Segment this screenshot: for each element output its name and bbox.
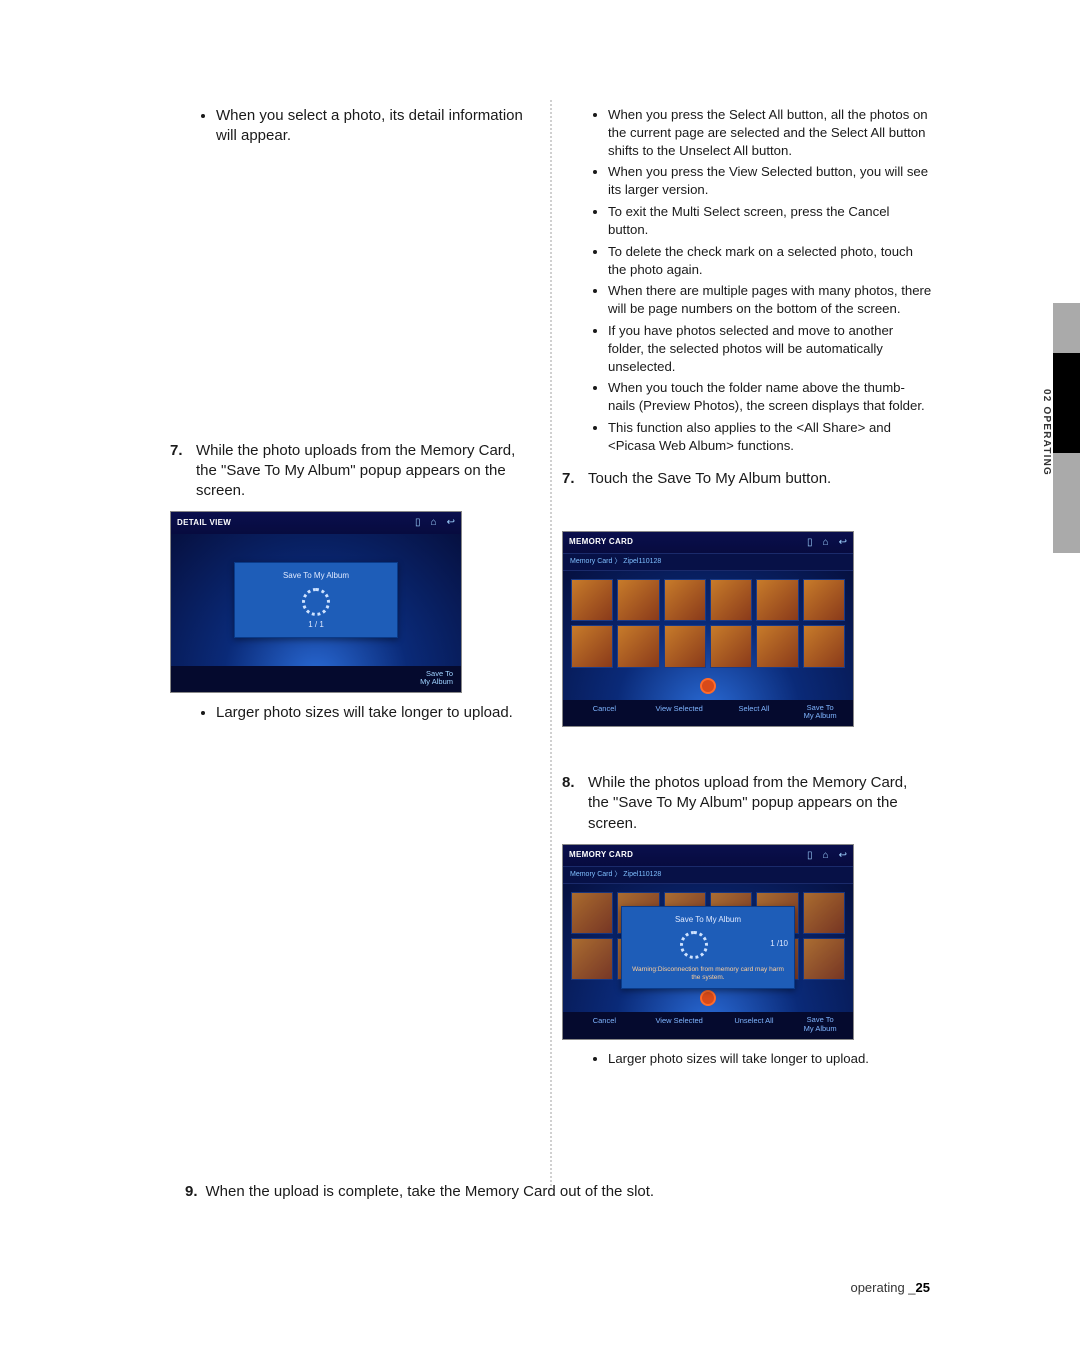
warning-text: Warning:Disconnection from memory card m… bbox=[628, 966, 788, 982]
bullet-text: To exit the Multi Select screen, press t… bbox=[608, 203, 932, 239]
back-icon: ↩ bbox=[447, 516, 455, 530]
footer-label: operating _ bbox=[850, 1280, 915, 1295]
step-7-right: 7. Touch the Save To My Album button. bbox=[562, 469, 932, 489]
spinner-icon bbox=[680, 931, 708, 959]
home-icon: ⌂ bbox=[823, 849, 829, 863]
page-footer: operating _25 bbox=[850, 1279, 930, 1297]
view-selected-button[interactable]: View Selected bbox=[654, 704, 704, 721]
step-text: While the photos upload from the Memory … bbox=[588, 773, 932, 834]
step-number: 7. bbox=[170, 441, 188, 502]
save-to-my-album-button[interactable]: Save To My Album bbox=[804, 704, 837, 721]
photo-thumbnail[interactable] bbox=[664, 625, 706, 667]
bullet-text: Larger photo sizes will take longer to u… bbox=[608, 1050, 932, 1068]
photo-thumbnail[interactable] bbox=[756, 625, 798, 667]
figure-memory-card-grid: MEMORY CARD ▯ ⌂ ↩ Memory Card 〉 Zipel110… bbox=[562, 531, 932, 727]
page-indicator[interactable] bbox=[700, 990, 716, 1006]
right-column: When you press the Select All button, al… bbox=[562, 106, 932, 1082]
home-icon: ⌂ bbox=[431, 516, 437, 530]
bullet-text: When there are multiple pages with many … bbox=[608, 282, 932, 318]
photo-thumbnail[interactable] bbox=[710, 625, 752, 667]
popup-progress: 1 /10 bbox=[770, 939, 788, 950]
chapter-tab-label: 02 OPERATING bbox=[1034, 303, 1053, 553]
photo-thumbnail[interactable] bbox=[803, 579, 845, 621]
photo-thumbnail[interactable] bbox=[617, 625, 659, 667]
sd-icon: ▯ bbox=[415, 516, 421, 530]
breadcrumb[interactable]: Memory Card 〉 Zipel110128 bbox=[563, 553, 853, 570]
back-icon: ↩ bbox=[839, 849, 847, 863]
photo-thumbnail[interactable] bbox=[803, 625, 845, 667]
back-icon: ↩ bbox=[839, 536, 847, 550]
photo-thumbnail[interactable] bbox=[664, 579, 706, 621]
step-number: 7. bbox=[562, 469, 580, 489]
figure-title: MEMORY CARD bbox=[569, 850, 633, 861]
bullet-text: If you have photos selected and move to … bbox=[608, 322, 932, 375]
select-all-button[interactable]: Select All bbox=[729, 704, 779, 721]
step-number: 9. bbox=[185, 1182, 198, 1202]
page-indicator[interactable] bbox=[700, 678, 716, 694]
cancel-button[interactable]: Cancel bbox=[579, 1016, 629, 1033]
figure-memory-card-uploading: MEMORY CARD ▯ ⌂ ↩ Memory Card 〉 Zipel110… bbox=[562, 844, 932, 1040]
sd-icon: ▯ bbox=[807, 849, 813, 863]
step-text: Touch the Save To My Album button. bbox=[588, 469, 831, 489]
step-number: 8. bbox=[562, 773, 580, 834]
figure-title: MEMORY CARD bbox=[569, 537, 633, 548]
step-7-left: 7. While the photo uploads from the Memo… bbox=[170, 441, 528, 502]
popup-title: Save To My Album bbox=[628, 915, 788, 926]
bullet-text: When you press the Select All button, al… bbox=[608, 106, 932, 159]
page-number: 25 bbox=[916, 1280, 930, 1295]
bullet-text: When you press the View Selected button,… bbox=[608, 163, 932, 199]
view-selected-button[interactable]: View Selected bbox=[654, 1016, 704, 1033]
chapter-tab-bars bbox=[1053, 303, 1080, 553]
left-column: When you select a photo, its detail info… bbox=[170, 106, 528, 1082]
step-text: When the upload is complete, take the Me… bbox=[206, 1182, 655, 1202]
photo-thumbnail[interactable] bbox=[710, 579, 752, 621]
step-9: 9. When the upload is complete, take the… bbox=[185, 1182, 925, 1202]
spinner-icon bbox=[302, 588, 330, 616]
home-icon: ⌂ bbox=[823, 536, 829, 550]
photo-thumbnail[interactable] bbox=[756, 579, 798, 621]
unselect-all-button[interactable]: Unselect All bbox=[729, 1016, 779, 1033]
photo-thumbnail[interactable] bbox=[571, 625, 613, 667]
popup-save-to-my-album: Save To My Album 1 /10 Warning:Disconnec… bbox=[621, 906, 795, 989]
step-8: 8. While the photos upload from the Memo… bbox=[562, 773, 932, 834]
bullet-text: When you select a photo, its detail info… bbox=[216, 106, 528, 147]
figure-title: DETAIL VIEW bbox=[177, 518, 231, 529]
save-to-my-album-button[interactable]: Save To My Album bbox=[420, 670, 455, 686]
thumbnail-grid bbox=[563, 571, 853, 676]
bullet-text: When you touch the folder name above the… bbox=[608, 379, 932, 415]
figure-detail-view: DETAIL VIEW ▯ ⌂ ↩ Save To My Album 1 / 1 bbox=[170, 511, 528, 692]
bullet-text: To delete the check mark on a selected p… bbox=[608, 243, 932, 279]
popup-title: Save To My Album bbox=[241, 571, 391, 582]
sd-icon: ▯ bbox=[807, 536, 813, 550]
popup-progress: 1 / 1 bbox=[241, 620, 391, 631]
chapter-tab: 02 OPERATING bbox=[1034, 303, 1080, 553]
save-to-my-album-button[interactable]: Save To My Album bbox=[804, 1016, 837, 1033]
bullet-text: This function also applies to the <All S… bbox=[608, 419, 932, 455]
bullet-text: Larger photo sizes will take longer to u… bbox=[216, 703, 528, 723]
cancel-button[interactable]: Cancel bbox=[579, 704, 629, 721]
step-text: While the photo uploads from the Memory … bbox=[196, 441, 528, 502]
photo-thumbnail[interactable] bbox=[571, 579, 613, 621]
photo-thumbnail[interactable] bbox=[617, 579, 659, 621]
popup-save-to-my-album: Save To My Album 1 / 1 bbox=[234, 562, 398, 638]
breadcrumb[interactable]: Memory Card 〉 Zipel110128 bbox=[563, 866, 853, 883]
